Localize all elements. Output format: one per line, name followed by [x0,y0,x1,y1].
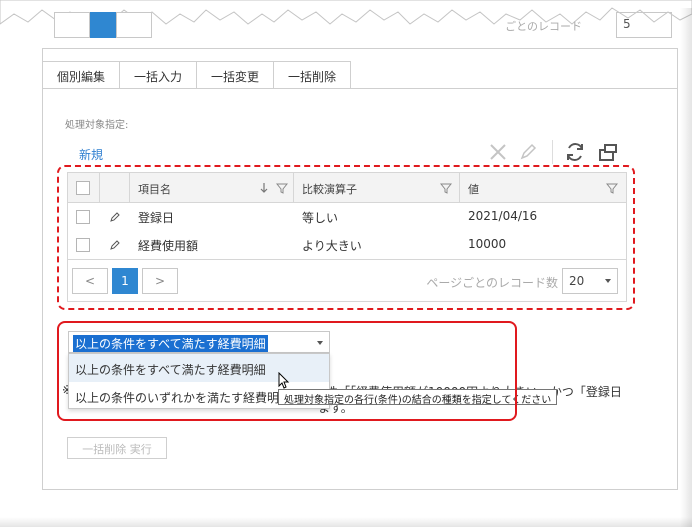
top-records-label: ごとのレコード [505,20,582,33]
close-icon[interactable] [486,140,510,164]
top-pager: ごとのレコード 5 [46,12,682,40]
tab-bulk-input[interactable]: 一括入力 [119,61,197,89]
highlight-dashed-box [57,165,635,310]
tab-bar: 個別編集 一括入力 一括変更 一括削除 [42,61,352,89]
tab-bulk-delete[interactable]: 一括削除 [273,61,352,89]
refresh-icon[interactable] [563,140,587,164]
top-prev-button[interactable] [54,12,90,38]
frame-shadow-bottom [0,517,692,527]
tab-bulk-change[interactable]: 一括変更 [196,61,274,89]
highlight-solid-box [57,321,517,421]
tab-individual-edit[interactable]: 個別編集 [42,61,120,89]
bulk-delete-execute-button[interactable]: 一括削除 実行 [67,437,167,459]
top-page-1-button[interactable] [90,12,116,38]
top-next-button[interactable] [116,12,152,38]
top-page-size-select[interactable]: 5 [616,12,672,38]
toolbar-separator [552,140,553,164]
export-icon[interactable] [596,140,620,164]
pencil-icon[interactable] [516,140,540,164]
new-link[interactable]: 新規 [79,146,103,163]
frame-shadow-right [680,8,692,527]
section-caption: 処理対象指定: [65,120,129,131]
